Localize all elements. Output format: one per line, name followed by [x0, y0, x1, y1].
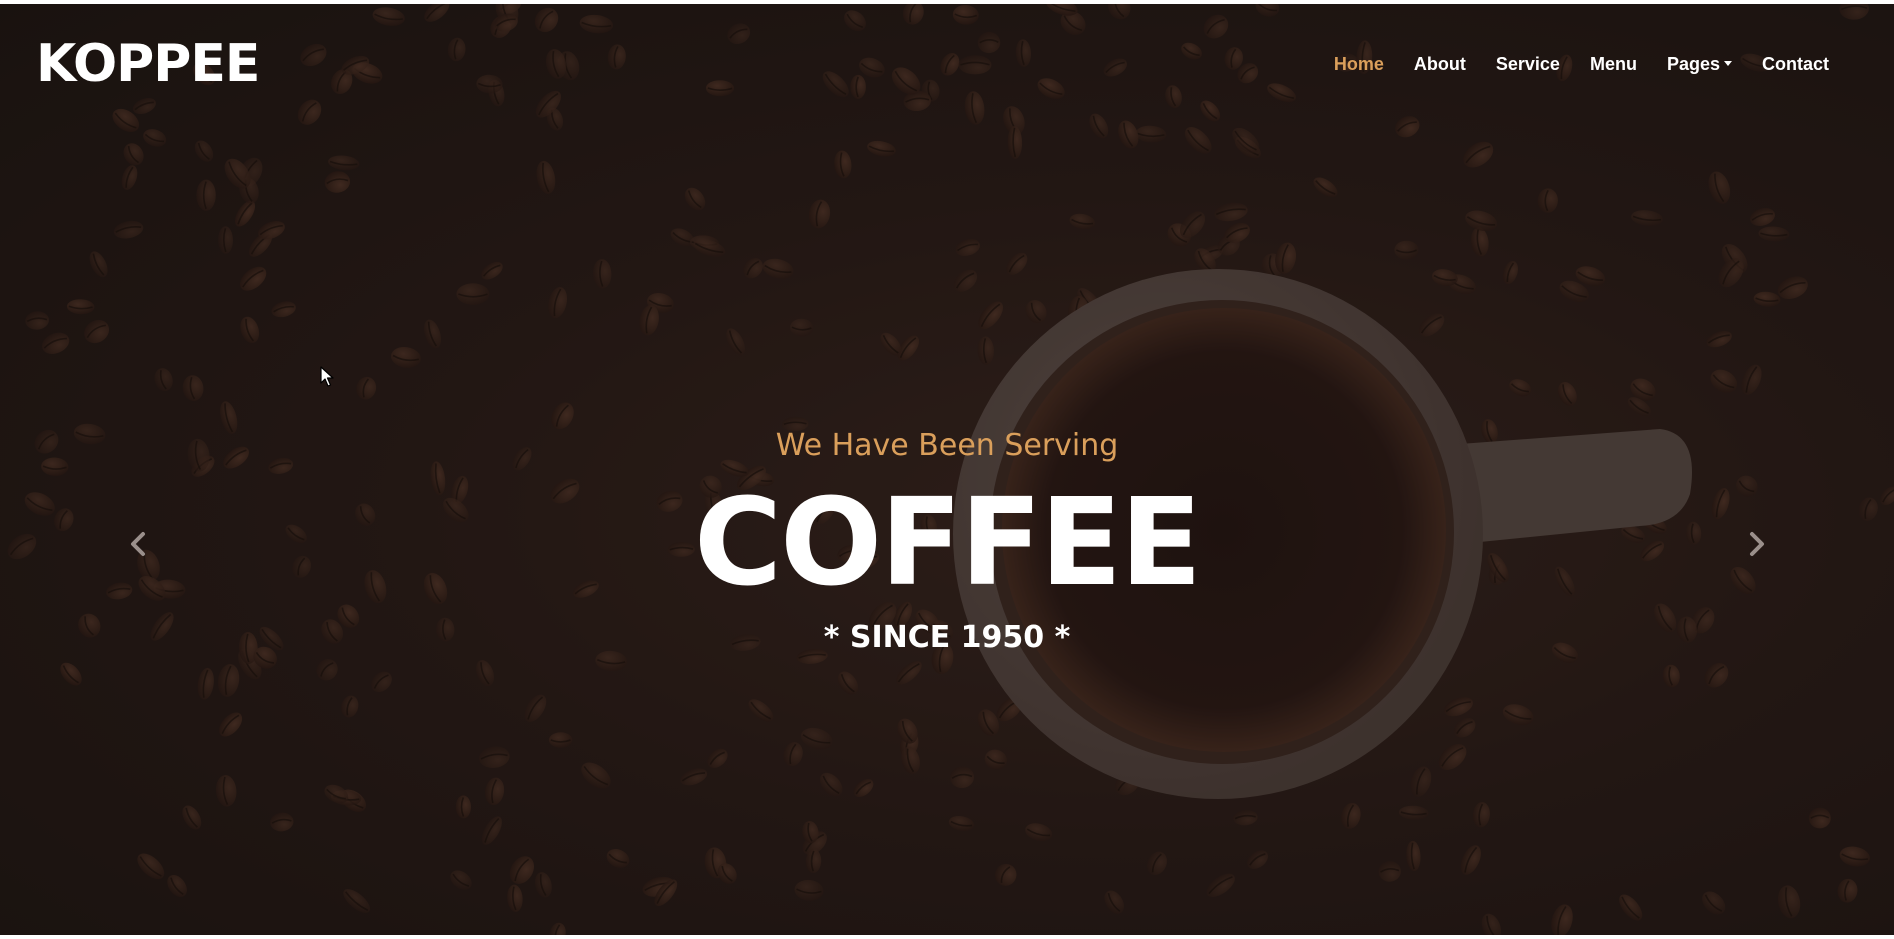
chevron-right-icon — [1750, 532, 1764, 556]
page-bottom-edge — [0, 935, 1894, 939]
mouse-cursor-icon — [320, 366, 334, 387]
dark-overlay — [0, 4, 1894, 935]
brand-logo[interactable]: KOPPEE — [36, 34, 260, 94]
nav-item-menu[interactable]: Menu — [1575, 52, 1652, 76]
carousel-next-button[interactable] — [1736, 524, 1776, 564]
chevron-left-icon — [131, 532, 145, 556]
navbar: KOPPEE Home About Service Menu Pages Con… — [0, 4, 1894, 124]
nav-item-contact[interactable]: Contact — [1747, 52, 1844, 76]
hero-carousel: KOPPEE Home About Service Menu Pages Con… — [0, 4, 1894, 935]
nav-item-pages[interactable]: Pages — [1652, 52, 1747, 76]
carousel-prev-button[interactable] — [119, 524, 159, 564]
hero-headline: COFFEE — [694, 474, 1202, 613]
caret-down-icon — [1724, 60, 1732, 66]
nav-item-about[interactable]: About — [1399, 52, 1481, 76]
hero-since: * SINCE 1950 * — [823, 620, 1071, 655]
nav-item-home[interactable]: Home — [1319, 52, 1399, 76]
nav-item-pages-label: Pages — [1666, 54, 1720, 74]
nav-item-service[interactable]: Service — [1481, 52, 1575, 76]
hero-subtitle: We Have Been Serving — [775, 428, 1119, 463]
nav-menu: Home About Service Menu Pages Contact — [1319, 52, 1844, 76]
